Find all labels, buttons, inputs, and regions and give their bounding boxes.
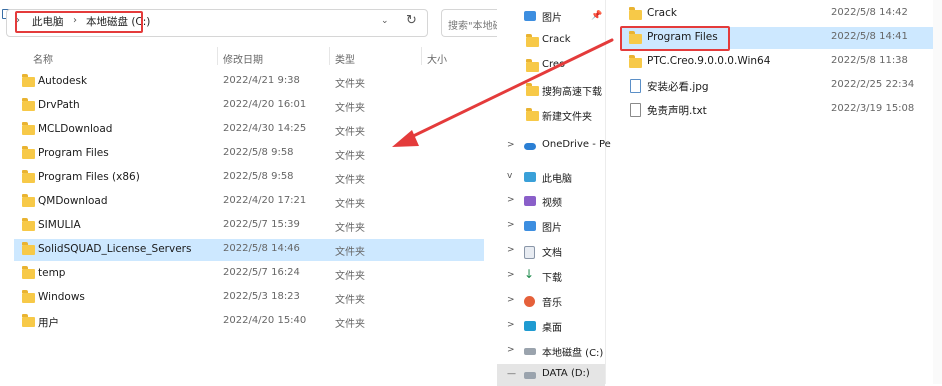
annotation-arrow-icon	[392, 38, 614, 147]
